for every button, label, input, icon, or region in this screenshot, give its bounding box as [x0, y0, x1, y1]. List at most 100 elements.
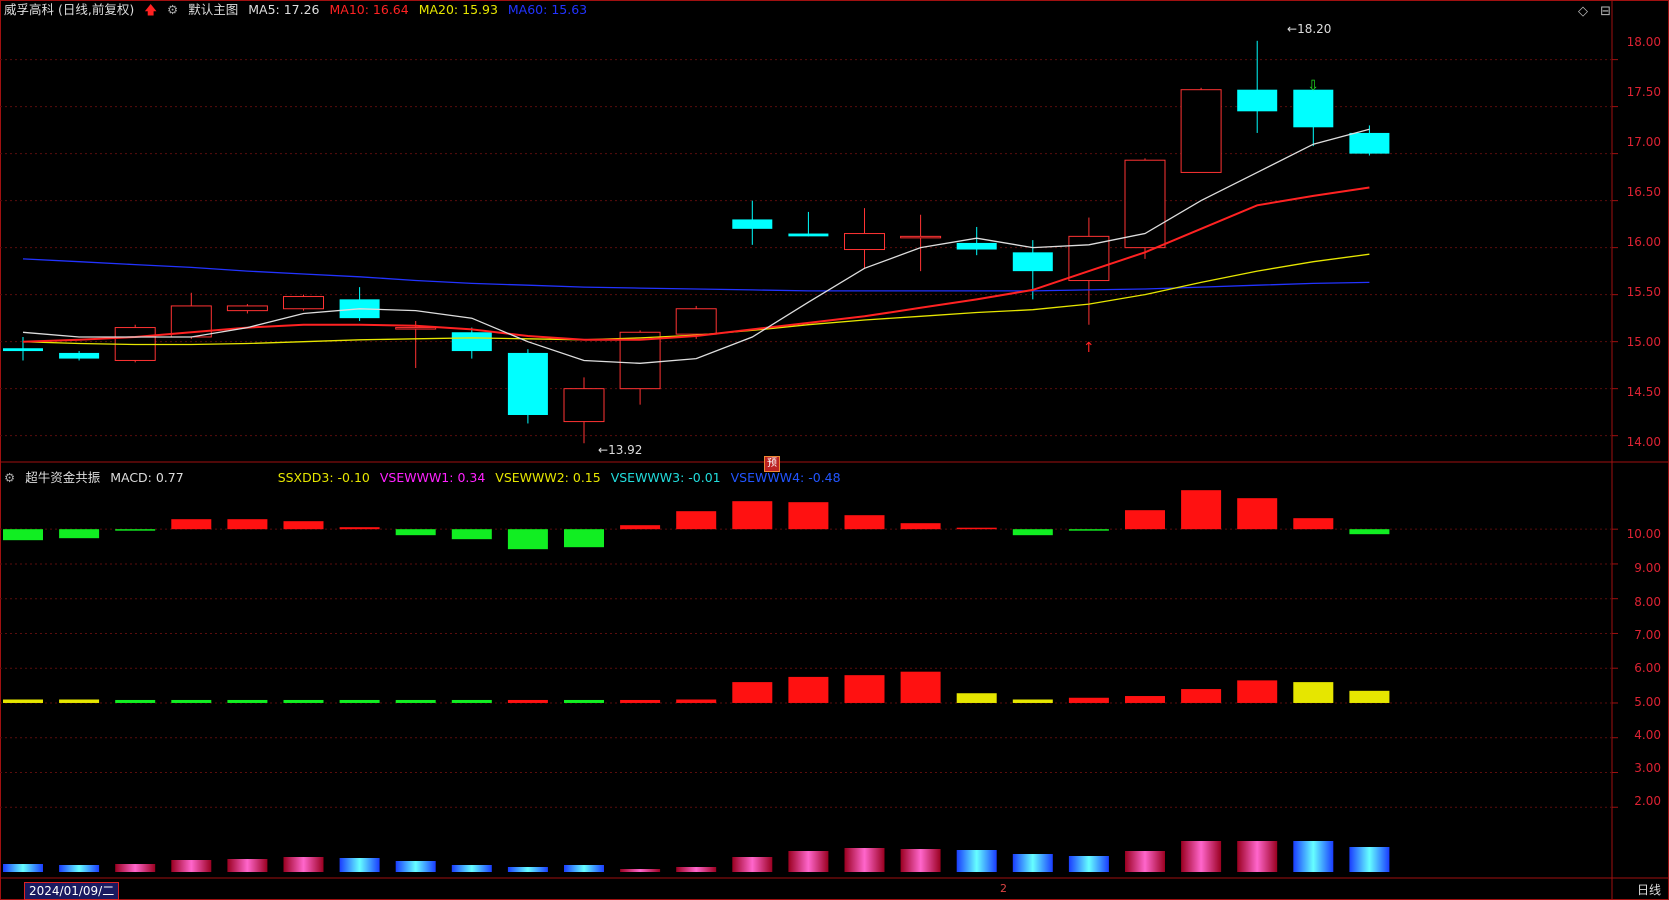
candle-body	[283, 296, 324, 310]
ma20-label: MA20: 15.93	[418, 2, 498, 17]
candle-body	[1124, 159, 1166, 249]
macd-bar	[1068, 529, 1109, 531]
price-tick: 16.00	[1626, 235, 1661, 249]
macd-bar	[956, 527, 997, 530]
macd-bar	[339, 527, 380, 530]
gear-icon[interactable]: ⚙	[167, 2, 178, 17]
macd-bar	[171, 519, 212, 530]
macd-bar	[620, 525, 661, 530]
price-tick: 14.50	[1626, 385, 1661, 399]
flow-bar	[227, 859, 268, 872]
signal-bar	[676, 699, 717, 703]
flow-bar	[171, 860, 212, 872]
flow-bar	[395, 861, 436, 872]
date-cursor-label: 2024/01/09/二	[24, 882, 120, 900]
signal-bar	[1012, 699, 1053, 703]
macd-bar	[507, 529, 548, 550]
indicator-tick: 5.00	[1634, 695, 1661, 709]
forecast-icon[interactable]: 预	[764, 456, 780, 472]
price-tick: 17.00	[1626, 135, 1661, 149]
window-controls: ◇ ⊟	[1570, 4, 1611, 19]
macd-bar	[844, 515, 885, 530]
gear-icon[interactable]: ⚙	[4, 470, 15, 485]
flow-bar	[564, 865, 604, 872]
signal-bar	[171, 699, 212, 703]
signal-bar	[339, 699, 380, 703]
candle-body	[1180, 89, 1222, 173]
signal-bar	[1349, 690, 1390, 703]
macd-bar	[59, 529, 100, 539]
candle-body	[1237, 89, 1278, 112]
stock-name[interactable]: 威孚高科 (日线,前复权)	[4, 2, 134, 17]
macd-bar	[115, 529, 156, 531]
ma60-label: MA60: 15.63	[507, 2, 588, 17]
macd-bar	[1293, 518, 1334, 530]
up-arrow-icon: 🡅	[144, 2, 158, 17]
diamond-icon[interactable]: ◇	[1578, 4, 1588, 19]
price-tick: 15.00	[1626, 335, 1661, 349]
candle-body	[3, 348, 43, 352]
indicator-tick: 4.00	[1634, 728, 1661, 742]
indicator-tick: 8.00	[1634, 595, 1661, 609]
signal-bar	[507, 699, 548, 703]
main-chart-label[interactable]: 默认主图	[188, 2, 238, 17]
flow-bar	[1293, 841, 1334, 872]
indicator-tick: 9.00	[1634, 561, 1661, 575]
candle-body	[900, 235, 942, 239]
candle-body	[1349, 132, 1390, 154]
indicator-tick: 7.00	[1634, 628, 1661, 642]
ma5-label: MA5: 17.26	[248, 2, 320, 17]
signal-bar	[283, 699, 324, 703]
macd-bar	[1237, 498, 1278, 530]
flow-bar	[788, 851, 829, 872]
signal-bar	[732, 682, 773, 703]
signal-bar	[900, 671, 941, 703]
chart-canvas[interactable]: ↑⇩	[0, 0, 1669, 900]
sell-arrow-icon: ⇩	[1307, 78, 1319, 94]
flow-bar	[844, 848, 885, 872]
candle-body	[1068, 235, 1110, 282]
vsewww2-value: VSEWWW2: 0.15	[495, 470, 601, 485]
ma10-label: MA10: 16.64	[329, 2, 409, 17]
indicator-tick: 10.00	[1626, 527, 1661, 541]
period-label[interactable]: 日线	[1637, 881, 1661, 898]
indicator-name[interactable]: 超牛资金共振	[25, 470, 100, 485]
macd-bar	[395, 529, 436, 536]
flow-bar	[620, 869, 661, 872]
signal-bar	[844, 675, 885, 703]
candle-body	[1293, 89, 1334, 128]
ma60-line	[22, 258, 1370, 292]
flow-bar	[900, 849, 941, 872]
signal-bar	[788, 676, 829, 703]
candle-body	[395, 327, 437, 330]
indicator-tick: 3.00	[1634, 761, 1661, 775]
signal-bar	[59, 699, 100, 703]
signal-bar	[620, 699, 661, 703]
signal-bar	[3, 699, 43, 703]
price-tick: 15.50	[1626, 285, 1661, 299]
signal-bar	[564, 699, 604, 703]
candle-body	[788, 233, 829, 237]
macd-bar	[676, 511, 717, 530]
stock-chart-window: { "header": { "stock_name": "威孚高科 (日线,前复…	[0, 0, 1669, 900]
macd-bar	[1181, 490, 1222, 530]
candle-body	[1012, 252, 1053, 272]
macd-bar	[732, 501, 773, 530]
macd-bar	[1349, 529, 1390, 535]
macd-bar	[788, 502, 829, 530]
candle-body	[59, 352, 100, 359]
price-tick: 14.00	[1626, 435, 1661, 449]
price-tick: 17.50	[1626, 85, 1661, 99]
macd-bar	[3, 529, 43, 541]
macd-bar	[1012, 529, 1053, 536]
buy-arrow-icon: ↑	[1083, 340, 1095, 356]
minus-icon[interactable]: ⊟	[1600, 4, 1611, 19]
vsewww3-value: VSEWWW3: -0.01	[610, 470, 721, 485]
macd-bar	[227, 519, 268, 530]
signal-bar	[1181, 689, 1222, 703]
signal-bar	[1237, 680, 1278, 703]
vsewww4-value: VSEWWW4: -0.48	[730, 470, 841, 485]
macd-bar	[451, 529, 492, 540]
indicator-header: ⚙ 超牛资金共振 MACD: 0.77 SSXDD3: -0.10 VSEWWW…	[4, 468, 847, 488]
low-price-label: ←13.92	[598, 443, 643, 457]
